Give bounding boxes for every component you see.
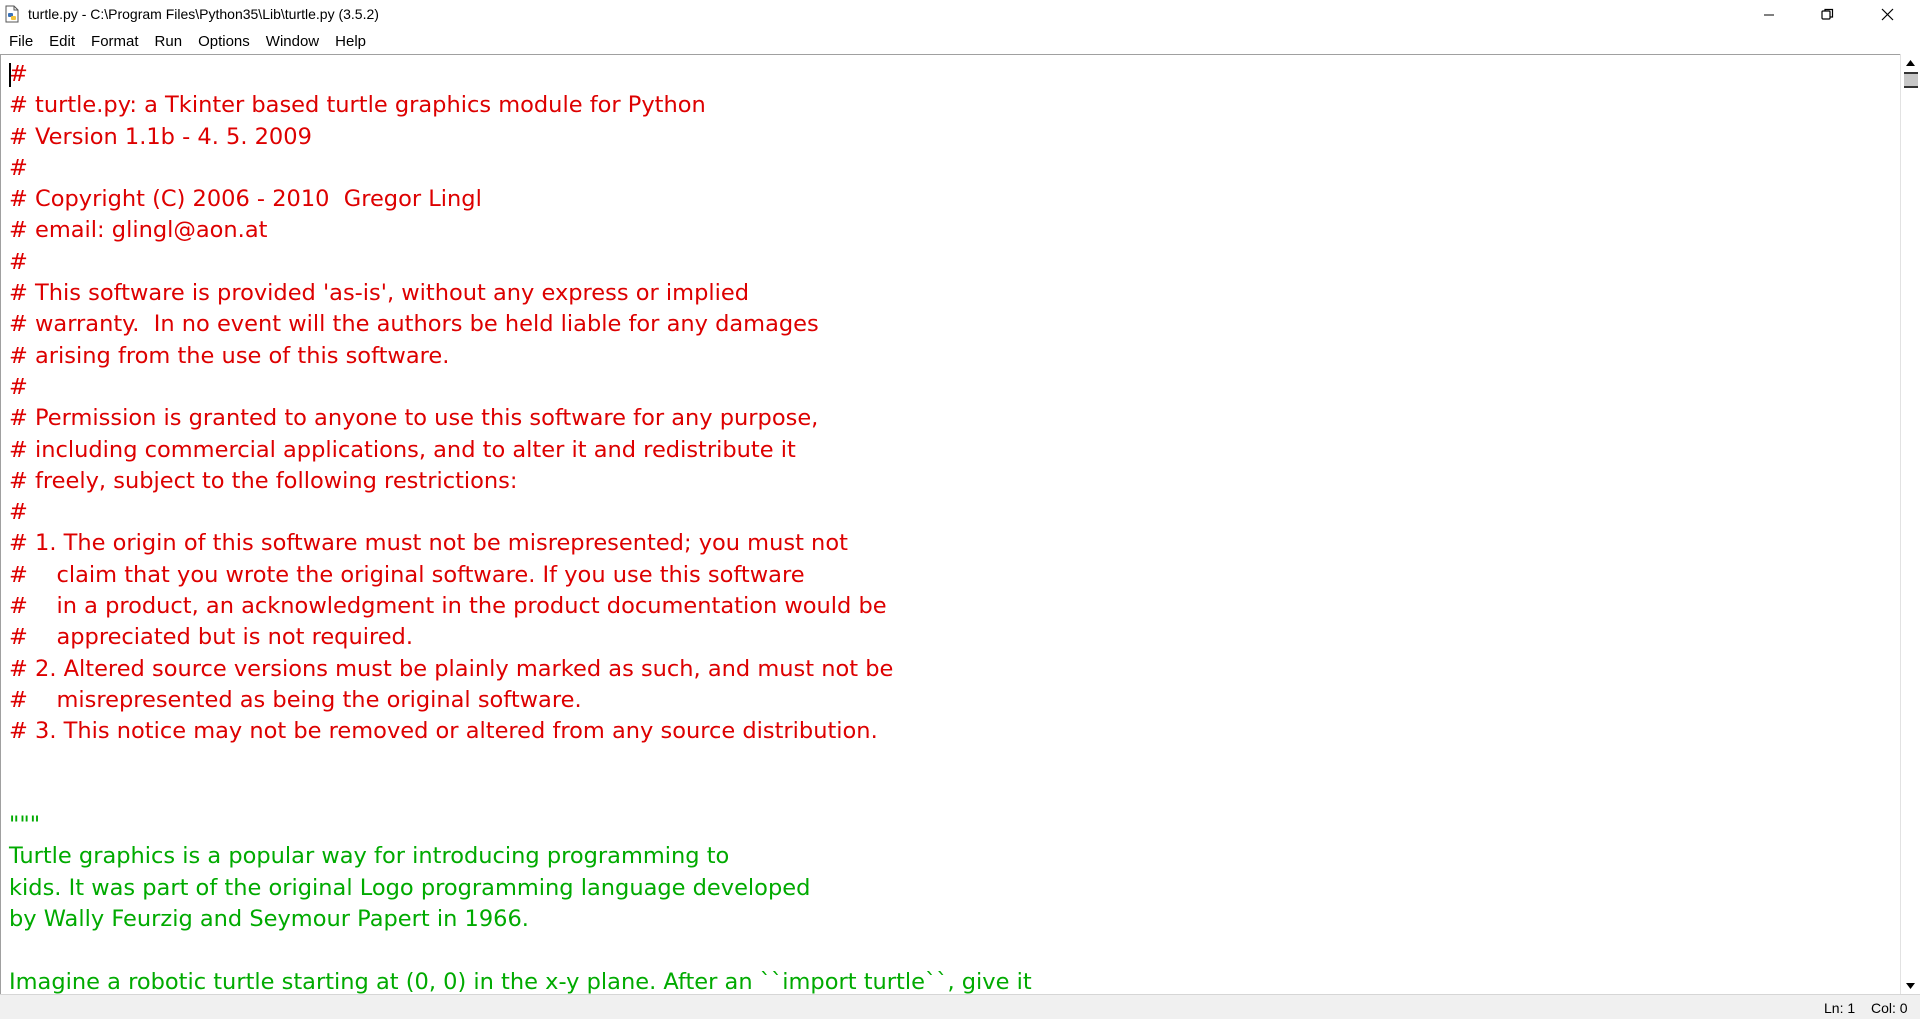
code-line: """ bbox=[9, 812, 41, 839]
column-indicator: Col: 0 bbox=[1871, 1000, 1908, 1016]
text-cursor bbox=[9, 63, 11, 87]
menu-options[interactable]: Options bbox=[189, 29, 257, 54]
menu-run[interactable]: Run bbox=[146, 29, 190, 54]
line-indicator: Ln: 1 bbox=[1824, 1000, 1856, 1016]
code-line: # in a product, an acknowledgment in the… bbox=[9, 593, 887, 620]
scrollbar-thumb[interactable] bbox=[1904, 72, 1918, 88]
title-bar: turtle.py - C:\Program Files\Python35\Li… bbox=[0, 0, 1920, 29]
status-bar: Ln: 1 Col: 0 bbox=[0, 994, 1920, 1019]
code-line: # arising from the use of this software. bbox=[9, 342, 450, 369]
menu-format[interactable]: Format bbox=[82, 29, 146, 54]
vertical-scrollbar[interactable] bbox=[1900, 54, 1920, 994]
code-line: # Permission is granted to anyone to use… bbox=[9, 405, 819, 432]
menu-window[interactable]: Window bbox=[257, 29, 326, 54]
code-lines: # # turtle.py: a Tkinter based turtle gra… bbox=[9, 59, 1032, 995]
arrow-down-icon bbox=[1906, 982, 1915, 989]
code-line: kids. It was part of the original Logo p… bbox=[9, 874, 811, 901]
code-line: # bbox=[9, 248, 28, 275]
code-line: # This software is provided 'as-is', wit… bbox=[9, 280, 749, 307]
menu-bar: File Edit Format Run Options Window Help bbox=[0, 29, 1920, 54]
close-button[interactable] bbox=[1858, 0, 1916, 29]
menu-help[interactable]: Help bbox=[326, 29, 373, 54]
python-file-icon bbox=[3, 5, 21, 23]
code-line: # bbox=[9, 61, 28, 87]
minimize-button[interactable] bbox=[1740, 0, 1798, 29]
code-line: # 1. The origin of this software must no… bbox=[9, 530, 848, 557]
code-line: # bbox=[9, 373, 28, 400]
code-line: # claim that you wrote the original soft… bbox=[9, 561, 805, 588]
scroll-up-button[interactable] bbox=[1901, 54, 1920, 71]
code-line: by Wally Feurzig and Seymour Papert in 1… bbox=[9, 906, 529, 933]
window-title: turtle.py - C:\Program Files\Python35\Li… bbox=[28, 6, 379, 22]
code-line: # email: glingl@aon.at bbox=[9, 217, 268, 244]
code-line: # bbox=[9, 499, 28, 526]
code-line: # Version 1.1b - 4. 5. 2009 bbox=[9, 123, 312, 150]
arrow-up-icon bbox=[1906, 59, 1915, 66]
code-line: Imagine a robotic turtle starting at (0,… bbox=[9, 968, 1032, 995]
scroll-down-button[interactable] bbox=[1901, 977, 1920, 994]
code-line: # turtle.py: a Tkinter based turtle grap… bbox=[9, 92, 706, 119]
code-line: Turtle graphics is a popular way for int… bbox=[9, 843, 730, 870]
code-editor[interactable]: # # turtle.py: a Tkinter based turtle gra… bbox=[0, 54, 1901, 995]
code-line: # misrepresented as being the original s… bbox=[9, 686, 582, 713]
code-line: # freely, subject to the following restr… bbox=[9, 467, 518, 494]
code-line: # bbox=[9, 154, 28, 181]
code-line: # Copyright (C) 2006 - 2010 Gregor Lingl bbox=[9, 186, 482, 213]
minimize-icon bbox=[1764, 14, 1774, 15]
menu-file[interactable]: File bbox=[0, 29, 40, 54]
menu-edit[interactable]: Edit bbox=[40, 29, 82, 54]
code-line: # warranty. In no event will the authors… bbox=[9, 311, 819, 338]
close-icon bbox=[1881, 8, 1893, 21]
restore-icon bbox=[1820, 8, 1833, 20]
code-line: # 3. This notice may not be removed or a… bbox=[9, 718, 878, 745]
code-line: # appreciated but is not required. bbox=[9, 624, 413, 651]
code-line: # including commercial applications, and… bbox=[9, 436, 796, 463]
code-line: # 2. Altered source versions must be pla… bbox=[9, 655, 894, 682]
restore-button[interactable] bbox=[1798, 0, 1856, 29]
